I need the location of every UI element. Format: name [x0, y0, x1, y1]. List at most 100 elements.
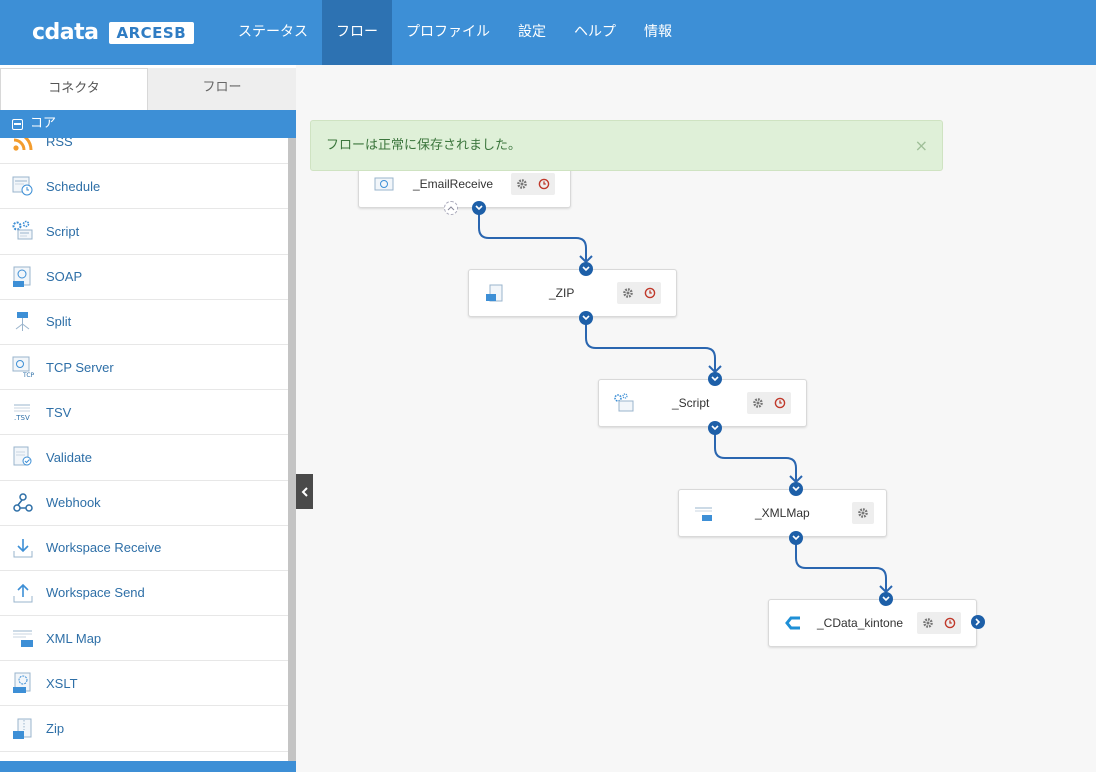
nav-flow[interactable]: フロー	[322, 0, 392, 65]
nav-help[interactable]: ヘルプ	[560, 0, 630, 65]
list-item-label: XML Map	[46, 630, 102, 646]
settings-gear-icon[interactable]	[852, 502, 874, 524]
flow-node-script[interactable]: _Script	[598, 379, 807, 427]
connector-panel: コネクタ フロー コア RSS Schedule Script SOAP Spl…	[0, 65, 296, 772]
list-item-label: RSS	[46, 138, 73, 149]
script-icon	[12, 220, 34, 242]
validate-icon	[12, 446, 34, 468]
chevron-down-icon	[582, 266, 590, 272]
chevron-down-icon	[792, 535, 800, 541]
schedule-clock-icon[interactable]	[533, 173, 555, 195]
input-port[interactable]	[789, 482, 803, 496]
rss-icon	[12, 138, 34, 152]
split-icon	[12, 311, 34, 333]
list-item-schedule[interactable]: Schedule	[0, 164, 288, 210]
chevron-down-icon	[582, 315, 590, 321]
brand-name: cdata	[32, 20, 99, 45]
list-item-label: XSLT	[46, 675, 78, 691]
tsv-icon: .TSV	[12, 401, 34, 423]
schedule-clock-icon[interactable]	[939, 612, 961, 634]
node-label: _ZIP	[549, 286, 575, 300]
email-receive-icon	[374, 177, 394, 191]
script-icon	[614, 393, 634, 412]
list-item-tcp-server[interactable]: TCP TCP Server	[0, 345, 288, 391]
list-item-label: TCP Server	[46, 359, 114, 375]
list-item-workspace-send[interactable]: Workspace Send	[0, 571, 288, 617]
output-port[interactable]	[579, 311, 593, 325]
tab-connectors[interactable]: コネクタ	[0, 68, 148, 110]
list-item-zip[interactable]: Zip	[0, 706, 288, 752]
node-actions	[852, 502, 874, 524]
close-icon[interactable]: ×	[915, 121, 928, 170]
flow-node-zip[interactable]: _ZIP	[468, 269, 677, 317]
nav-profile[interactable]: プロファイル	[392, 0, 504, 65]
output-port[interactable]	[708, 421, 722, 435]
input-port[interactable]	[708, 372, 722, 386]
schedule-clock-icon[interactable]	[639, 282, 661, 304]
list-item-split[interactable]: Split	[0, 300, 288, 345]
chevron-down-icon	[792, 486, 800, 492]
soap-icon	[12, 266, 34, 288]
list-item-label: Split	[46, 314, 72, 330]
next-section-header[interactable]	[0, 761, 296, 772]
success-alert: フローは正常に保存されました。 ×	[310, 120, 943, 171]
flow-node-cdata-kintone[interactable]: _CData_kintone	[768, 599, 977, 647]
node-label: _XMLMap	[755, 506, 810, 520]
cdata-icon	[785, 616, 800, 630]
collapse-icon	[12, 118, 23, 130]
chevron-left-icon	[301, 486, 308, 497]
nav-status[interactable]: ステータス	[224, 0, 322, 65]
input-port[interactable]	[579, 262, 593, 276]
schedule-clock-icon[interactable]	[769, 392, 791, 414]
node-actions	[511, 173, 555, 195]
section-header-core[interactable]: コア	[0, 110, 296, 138]
nav-settings[interactable]: 設定	[504, 0, 560, 65]
top-navigation-bar: cdata ARCESB ステータス フロー プロファイル 設定 ヘルプ 情報	[0, 0, 1096, 65]
output-port[interactable]	[472, 201, 486, 215]
section-title: コア	[30, 116, 57, 131]
tab-flows[interactable]: フロー	[148, 68, 296, 110]
list-item-validate[interactable]: Validate	[0, 435, 288, 481]
node-label: _Script	[672, 396, 710, 410]
list-item-label: Validate	[46, 449, 93, 465]
tcp-server-icon: TCP	[12, 356, 34, 378]
xml-map-icon	[12, 627, 34, 649]
chevron-down-icon	[475, 205, 483, 211]
settings-gear-icon[interactable]	[917, 612, 939, 634]
list-item-rss[interactable]: RSS	[0, 138, 288, 165]
input-port[interactable]	[879, 592, 893, 606]
settings-gear-icon[interactable]	[511, 173, 533, 195]
chevron-right-icon	[975, 618, 981, 626]
workspace-send-icon	[12, 582, 34, 604]
output-port[interactable]	[789, 531, 803, 545]
flow-node-xmlmap[interactable]: _XMLMap	[678, 489, 887, 537]
nav-info[interactable]: 情報	[630, 0, 686, 65]
settings-gear-icon[interactable]	[617, 282, 639, 304]
node-label: _CData_kintone	[817, 616, 904, 630]
node-actions	[617, 282, 661, 304]
zip-icon	[486, 284, 503, 302]
settings-gear-icon[interactable]	[747, 392, 769, 414]
list-item-script[interactable]: Script	[0, 209, 288, 255]
schedule-icon	[12, 175, 34, 197]
node-actions	[917, 612, 961, 634]
list-item-soap[interactable]: SOAP	[0, 255, 288, 300]
output-port-right[interactable]	[971, 615, 985, 629]
workspace-receive-icon	[12, 537, 34, 559]
list-item-label: SOAP	[46, 269, 83, 285]
chevron-down-icon	[711, 425, 719, 431]
main-nav: ステータス フロー プロファイル 設定 ヘルプ 情報	[224, 0, 686, 65]
list-item-xml-map[interactable]: XML Map	[0, 616, 288, 662]
scrollbar-thumb[interactable]	[288, 138, 296, 761]
brand-logo[interactable]: cdata ARCESB	[32, 20, 195, 45]
list-item-tsv[interactable]: .TSV TSV	[0, 390, 288, 436]
list-item-webhook[interactable]: Webhook	[0, 481, 288, 526]
list-item-workspace-receive[interactable]: Workspace Receive	[0, 526, 288, 571]
list-item-label: Schedule	[46, 178, 101, 194]
input-port-placeholder[interactable]	[444, 201, 458, 215]
collapse-panel-button[interactable]	[296, 474, 313, 509]
webhook-icon	[12, 492, 34, 514]
list-scrollbar[interactable]	[288, 138, 296, 761]
xml-map-icon	[695, 507, 712, 521]
list-item-xslt[interactable]: XSLT	[0, 661, 288, 707]
